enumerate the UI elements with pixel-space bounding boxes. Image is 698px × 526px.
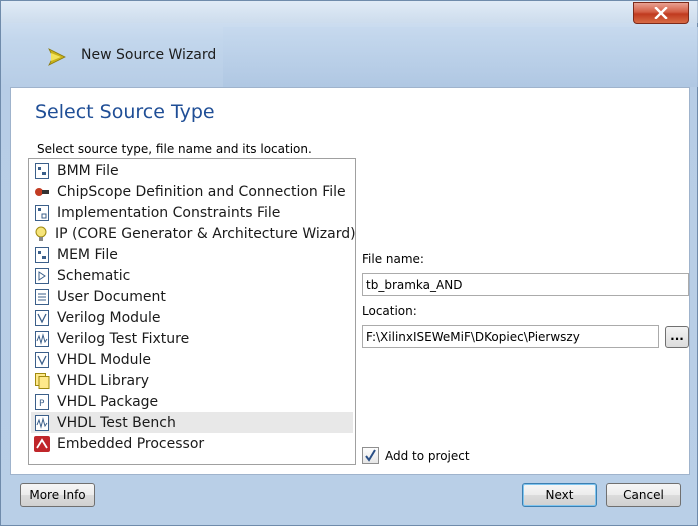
list-item[interactable]: VHDL Module: [31, 349, 353, 370]
next-button[interactable]: Next: [522, 483, 597, 507]
vhdl-library-icon: [34, 372, 50, 389]
checkmark-icon: [365, 449, 376, 462]
schematic-icon: [34, 267, 50, 284]
list-item-label: BMM File: [57, 162, 119, 179]
list-item[interactable]: User Document: [31, 286, 353, 307]
list-item[interactable]: MEM File: [31, 244, 353, 265]
list-item-label: MEM File: [57, 246, 118, 263]
title-bar: [1, 1, 698, 23]
instruction-text: Select source type, file name and its lo…: [37, 142, 312, 156]
vhdl-module-icon: [34, 351, 50, 368]
verilog-test-fixture-icon: [34, 330, 50, 347]
cancel-button[interactable]: Cancel: [606, 483, 681, 507]
list-item[interactable]: ChipScope Definition and Connection File: [31, 181, 353, 202]
dialog-window: New Source Wizard Select Source Type Sel…: [0, 0, 698, 526]
document-icon: [34, 288, 50, 305]
page-heading: Select Source Type: [35, 101, 215, 123]
constraints-file-icon: [34, 204, 50, 221]
wizard-title: New Source Wizard: [81, 47, 217, 63]
list-item-label: Verilog Module: [57, 309, 161, 326]
list-item-label: VHDL Module: [57, 351, 152, 368]
list-item-label: IP (CORE Generator & Architecture Wizard…: [55, 225, 356, 242]
list-item[interactable]: IP (CORE Generator & Architecture Wizard…: [31, 223, 356, 244]
ip-core-icon: [34, 226, 48, 242]
list-item[interactable]: VHDL Library: [31, 370, 353, 391]
source-type-list[interactable]: BMM File ChipScope Definition and Connect…: [28, 158, 356, 465]
list-item-label: ChipScope Definition and Connection File: [57, 183, 346, 200]
add-to-project-checkbox[interactable]: [362, 447, 379, 464]
list-item-label: User Document: [57, 288, 166, 305]
location-label: Location:: [362, 304, 417, 318]
background-bar: [223, 27, 698, 87]
bmm-file-icon: [34, 162, 50, 179]
verilog-module-icon: [34, 309, 50, 326]
vhdl-test-bench-icon: [34, 414, 50, 431]
mem-file-icon: [34, 246, 50, 263]
close-icon: [654, 7, 668, 19]
list-item[interactable]: P VHDL Package: [31, 391, 353, 412]
list-item[interactable]: Embedded Processor: [31, 433, 353, 454]
list-item-label: Schematic: [57, 267, 131, 284]
more-info-button[interactable]: More Info: [20, 483, 95, 507]
location-input[interactable]: [362, 325, 659, 348]
list-item[interactable]: Verilog Module: [31, 307, 353, 328]
list-item[interactable]: VHDL Test Bench: [31, 412, 353, 433]
list-item[interactable]: Implementation Constraints File: [31, 202, 353, 223]
list-item-label: VHDL Package: [57, 393, 159, 410]
svg-text:P: P: [39, 399, 45, 409]
list-item[interactable]: BMM File: [31, 160, 353, 181]
list-item-label: Verilog Test Fixture: [57, 330, 190, 347]
chipscope-icon: [34, 184, 50, 200]
list-item-label: VHDL Test Bench: [57, 414, 176, 431]
add-to-project-label: Add to project: [385, 449, 470, 463]
embedded-processor-icon: [34, 435, 50, 452]
list-item[interactable]: Verilog Test Fixture: [31, 328, 353, 349]
file-name-label: File name:: [362, 252, 424, 266]
file-name-input[interactable]: [362, 273, 689, 296]
close-button[interactable]: [633, 2, 689, 24]
list-item-label: Embedded Processor: [57, 435, 205, 452]
list-item-label: Implementation Constraints File: [57, 204, 281, 221]
list-item[interactable]: Schematic: [31, 265, 353, 286]
list-item-label: VHDL Library: [57, 372, 150, 389]
browse-button[interactable]: ...: [665, 326, 689, 348]
vhdl-package-icon: P: [34, 393, 50, 410]
wizard-arrow-icon: [48, 48, 66, 66]
